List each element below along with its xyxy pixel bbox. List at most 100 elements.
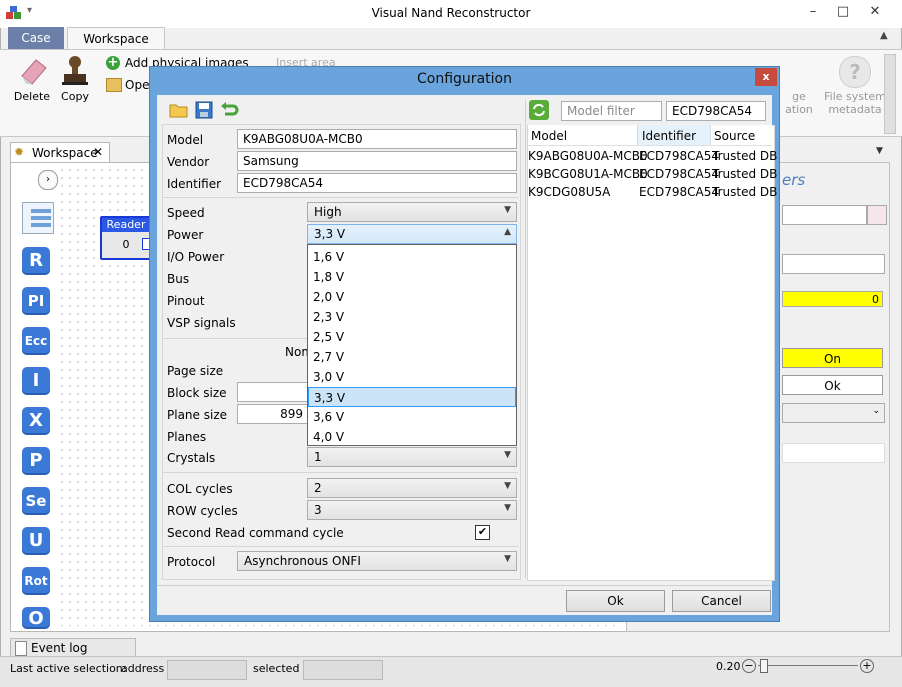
reload-icon[interactable] bbox=[219, 100, 239, 120]
power-option[interactable]: 2,7 V bbox=[308, 347, 516, 367]
divider bbox=[163, 472, 518, 473]
delete-button[interactable]: Delete bbox=[8, 90, 56, 103]
power-option[interactable]: 3,0 V bbox=[308, 367, 516, 387]
pane-splitter[interactable] bbox=[525, 100, 526, 578]
second-read-checkbox[interactable]: ✔ bbox=[475, 525, 490, 540]
expand-arrow-icon[interactable]: › bbox=[38, 170, 58, 190]
close-window-button[interactable]: ✕ bbox=[862, 4, 888, 22]
tool-r-button[interactable]: R bbox=[22, 247, 50, 275]
speed-label: Speed bbox=[167, 206, 205, 220]
tool-o-button[interactable]: O bbox=[22, 607, 50, 629]
chevron-down-icon: ▲ bbox=[504, 227, 511, 237]
panel-dropdown[interactable]: ⌄ bbox=[782, 403, 885, 423]
cell-identifier: ECD798CA54 bbox=[639, 167, 719, 181]
zoom-slider-track[interactable] bbox=[758, 665, 858, 666]
row-cycles-select[interactable]: 3 ▼ bbox=[307, 500, 517, 520]
image-information-button[interactable]: ge ation bbox=[784, 90, 814, 116]
row-cycles-value: 3 bbox=[314, 503, 322, 517]
save-icon[interactable] bbox=[194, 100, 214, 120]
chevron-down-icon: ▼ bbox=[504, 450, 511, 460]
selected-field[interactable] bbox=[303, 660, 383, 680]
col-cycles-select[interactable]: 2 ▼ bbox=[307, 478, 517, 498]
plane-size-input[interactable]: 899 bbox=[237, 404, 309, 424]
bus-label: Bus bbox=[167, 272, 190, 286]
model-filter-input[interactable]: Model filter bbox=[561, 101, 662, 121]
table-row[interactable]: K9BCG08U1A-MCB0 ECD798CA54 Trusted DB bbox=[528, 165, 777, 183]
protocol-select[interactable]: Asynchronous ONFI ▼ bbox=[237, 551, 517, 571]
zoom-in-icon[interactable]: + bbox=[860, 659, 874, 673]
tool-rot-button[interactable]: Rot bbox=[22, 567, 50, 595]
power-option[interactable]: 3,6 V bbox=[308, 407, 516, 427]
ribbon-scrollbar[interactable] bbox=[884, 54, 896, 134]
panel-yellow-value[interactable]: 0 bbox=[782, 291, 883, 307]
list-view-icon[interactable] bbox=[22, 202, 54, 234]
power-option[interactable]: 4,0 V bbox=[308, 427, 516, 447]
dialog-close-button[interactable]: x bbox=[755, 68, 777, 86]
table-row[interactable]: K9CDG08U5A ECD798CA54 Trusted DB bbox=[528, 183, 777, 201]
refresh-icon[interactable] bbox=[529, 100, 549, 120]
vendor-input[interactable]: Samsung bbox=[237, 151, 517, 171]
tool-p-button[interactable]: P bbox=[22, 447, 50, 475]
tool-i-button[interactable]: I bbox=[22, 367, 50, 395]
panel-text-field[interactable] bbox=[782, 205, 867, 225]
panel-field-2[interactable] bbox=[782, 254, 885, 274]
protocol-value: Asynchronous ONFI bbox=[244, 554, 361, 568]
power-option[interactable]: 1,6 V bbox=[308, 247, 516, 267]
open-folder-icon[interactable] bbox=[169, 100, 189, 120]
crystals-value: 1 bbox=[314, 450, 322, 464]
tool-pi-button[interactable]: PI bbox=[22, 287, 50, 315]
power-option[interactable]: 2,3 V bbox=[308, 307, 516, 327]
maximize-button[interactable]: □ bbox=[830, 4, 856, 22]
table-row[interactable]: K9ABG08U0A-MCB0 ECD798CA54 Trusted DB bbox=[528, 147, 777, 165]
io-power-label: I/O Power bbox=[167, 250, 225, 264]
ok-button[interactable]: Ok bbox=[566, 590, 665, 612]
cell-source: Trusted DB bbox=[712, 185, 778, 199]
column-header-source[interactable]: Source bbox=[714, 129, 755, 143]
ok-state-button[interactable]: Ok bbox=[782, 375, 883, 395]
tool-u-button[interactable]: U bbox=[22, 527, 50, 555]
workspace-tab[interactable]: ✹ Workspace ✕ bbox=[10, 142, 110, 163]
tool-ecc-button[interactable]: Ecc bbox=[22, 327, 50, 355]
zoom-out-icon[interactable]: − bbox=[742, 659, 756, 673]
reader-node[interactable]: Reader 0 bbox=[100, 216, 152, 260]
column-header-identifier[interactable]: Identifier bbox=[642, 129, 696, 143]
zoom-slider-thumb[interactable] bbox=[760, 659, 768, 673]
cancel-button[interactable]: Cancel bbox=[672, 590, 771, 612]
event-log-tab[interactable]: Event log explorer bbox=[10, 638, 136, 669]
crystals-select[interactable]: 1 ▼ bbox=[307, 447, 517, 467]
minimize-button[interactable]: – bbox=[800, 4, 826, 22]
col-cycles-label: COL cycles bbox=[167, 482, 233, 496]
panel-menu-icon[interactable]: ▼ bbox=[876, 146, 883, 156]
on-button[interactable]: On bbox=[782, 348, 883, 368]
address-field[interactable] bbox=[167, 660, 247, 680]
cell-identifier: ECD798CA54 bbox=[639, 149, 719, 163]
power-dropdown-list[interactable]: 1,6 V 1,8 V 2,0 V 2,3 V 2,5 V 2,7 V 3,0 … bbox=[307, 244, 517, 446]
power-option[interactable]: 1,8 V bbox=[308, 267, 516, 287]
block-size-input[interactable] bbox=[237, 382, 309, 402]
tool-x-button[interactable]: X bbox=[22, 407, 50, 435]
identifier-input[interactable]: ECD798CA54 bbox=[237, 173, 517, 193]
model-input[interactable]: K9ABG08U0A-MCB0 bbox=[237, 129, 517, 149]
file-system-metadata-button[interactable]: File system metadata bbox=[822, 90, 888, 116]
panel-field-3[interactable] bbox=[782, 443, 885, 463]
clear-eraser-icon[interactable] bbox=[867, 205, 887, 225]
power-option[interactable]: 2,5 V bbox=[308, 327, 516, 347]
column-header-model[interactable]: Model bbox=[531, 129, 567, 143]
second-read-label: Second Read command cycle bbox=[167, 526, 344, 540]
power-option-selected[interactable]: 3,3 V bbox=[308, 387, 516, 407]
chevron-down-icon: ▼ bbox=[504, 554, 511, 564]
add-icon: + bbox=[106, 55, 120, 70]
copy-button[interactable]: Copy bbox=[54, 90, 96, 103]
ribbon-collapse-icon[interactable]: ▲ bbox=[880, 30, 888, 41]
identifier-filter-input[interactable]: ECD798CA54 bbox=[666, 101, 766, 121]
tab-case[interactable]: Case bbox=[8, 27, 64, 49]
chevron-down-icon: ▼ bbox=[504, 503, 511, 513]
close-tab-icon[interactable]: ✕ bbox=[93, 145, 103, 159]
dialog-title: Configuration bbox=[417, 71, 512, 87]
speed-select[interactable]: High ▼ bbox=[307, 202, 517, 222]
power-select[interactable]: 3,3 V ▲ bbox=[307, 224, 517, 244]
tool-se-button[interactable]: Se bbox=[22, 487, 50, 515]
tab-workspace[interactable]: Workspace bbox=[67, 27, 165, 50]
power-option[interactable]: 2,0 V bbox=[308, 287, 516, 307]
col-cycles-value: 2 bbox=[314, 481, 322, 495]
